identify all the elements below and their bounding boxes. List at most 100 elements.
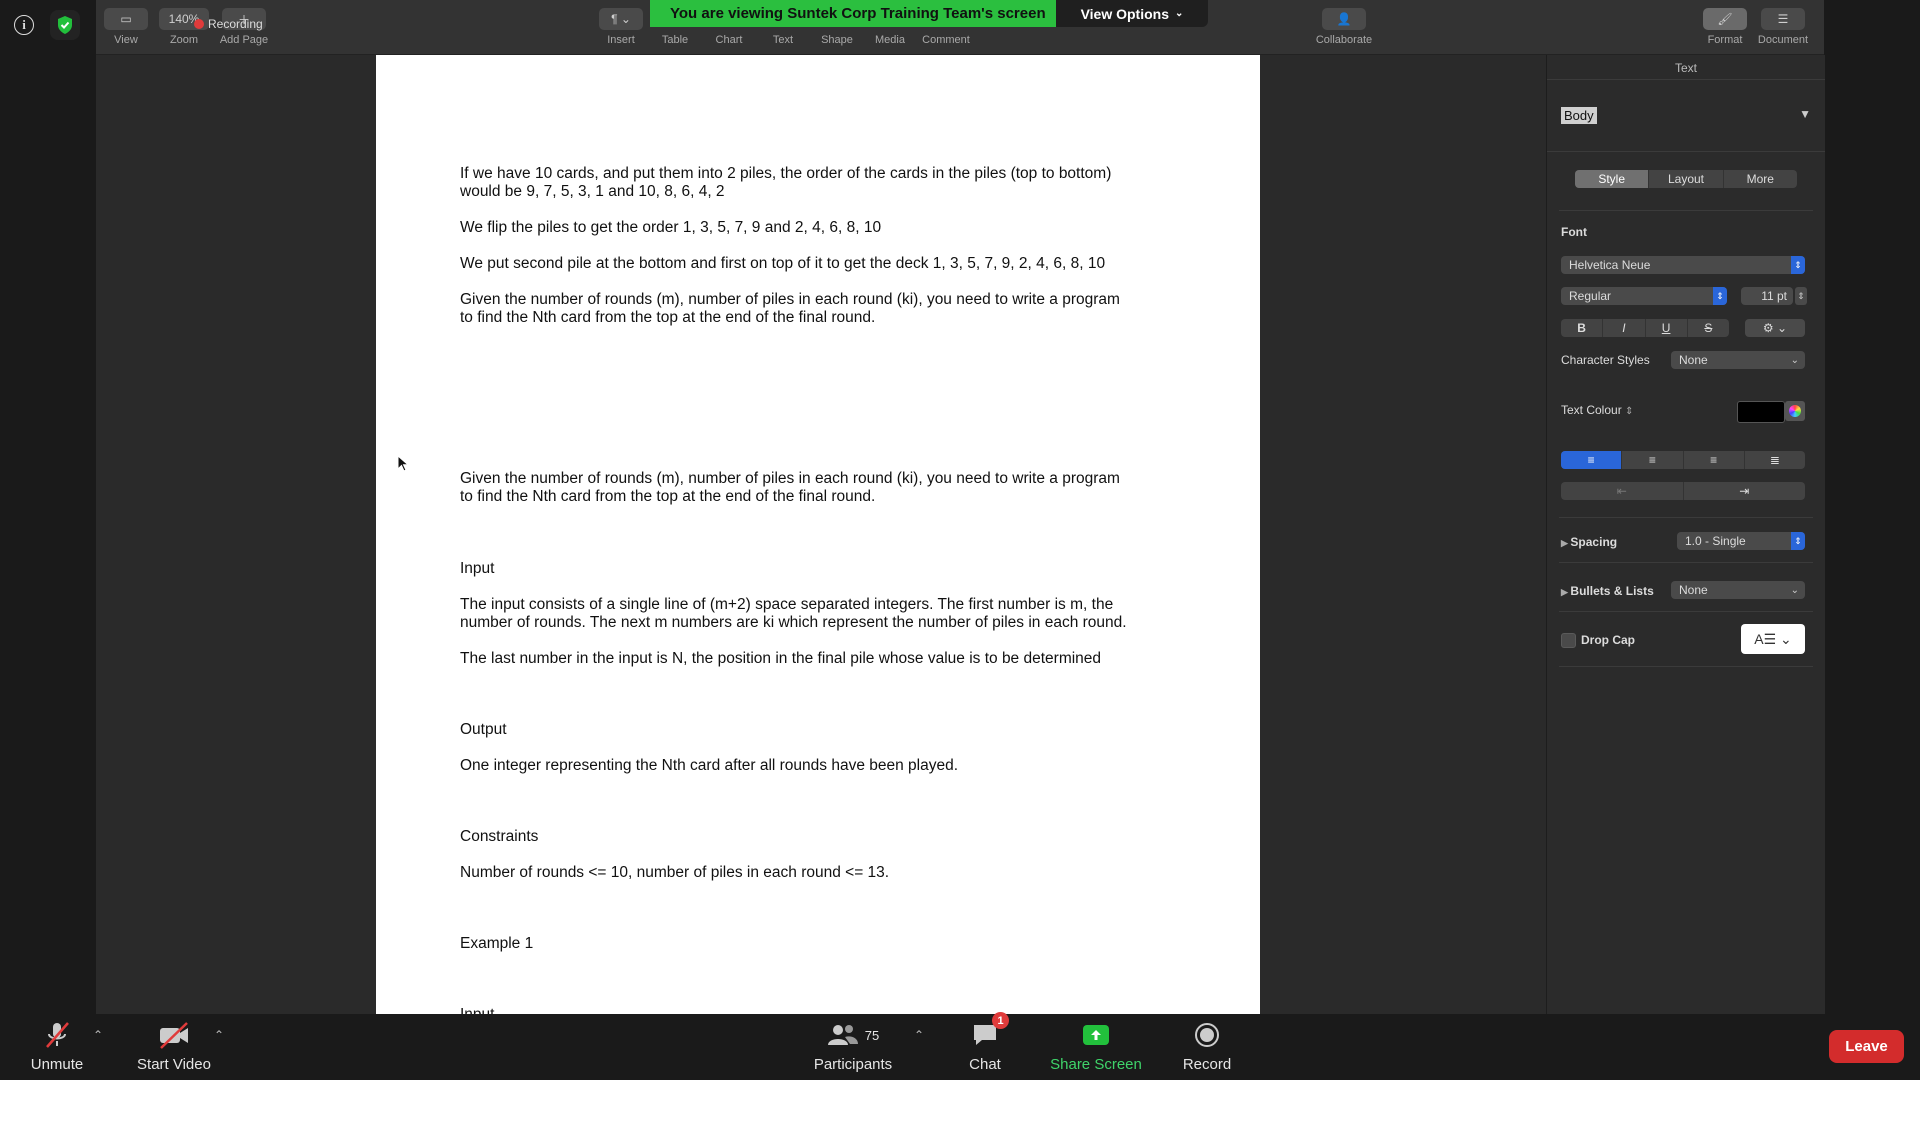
audio-options-caret[interactable]: ⌃ bbox=[93, 1028, 103, 1042]
tab-layout[interactable]: Layout bbox=[1649, 170, 1724, 188]
disclosure-triangle-icon: ▶ bbox=[1561, 587, 1571, 597]
recording-indicator: Recording bbox=[194, 15, 263, 33]
paragraph[interactable]: One integer representing the Nth card af… bbox=[460, 757, 1180, 775]
align-center-icon[interactable]: ≡ bbox=[1622, 451, 1684, 469]
section-heading[interactable]: Input bbox=[460, 1006, 1180, 1014]
spacing-disclosure[interactable]: ▶ Spacing bbox=[1561, 535, 1617, 549]
bold-button[interactable]: B bbox=[1561, 319, 1604, 337]
participants-button[interactable]: 75 Participants bbox=[808, 1020, 898, 1073]
paragraph-style-popup[interactable]: Body ▼ bbox=[1561, 107, 1811, 127]
decrease-indent-icon[interactable]: ⇤ bbox=[1561, 482, 1684, 500]
participants-icon bbox=[827, 1025, 858, 1045]
stepper-icon: ⇕ bbox=[1713, 287, 1727, 305]
chevron-down-icon: ⌄ bbox=[1790, 354, 1799, 366]
toolbar-insert[interactable]: ¶ ⌄ Insert bbox=[591, 8, 651, 46]
disclosure-triangle-icon: ▶ bbox=[1561, 538, 1571, 548]
inspector-tabs: Style Layout More bbox=[1575, 170, 1797, 188]
pilcrow-icon: ¶ ⌄ bbox=[599, 8, 643, 30]
paragraph[interactable]: If we have 10 cards, and put them into 2… bbox=[460, 165, 1180, 201]
toolbar-view[interactable]: ▭ View bbox=[96, 8, 156, 46]
chevron-down-icon: ⌄ bbox=[1175, 8, 1184, 19]
inspector-title: Text bbox=[1674, 61, 1697, 75]
info-icon[interactable]: i bbox=[14, 15, 34, 35]
divider bbox=[1559, 517, 1813, 518]
italic-button[interactable]: I bbox=[1603, 319, 1646, 337]
start-video-button[interactable]: Start Video bbox=[128, 1020, 220, 1073]
paragraph-style-value: Body bbox=[1561, 107, 1597, 124]
screen-share-banner: You are viewing Suntek Corp Training Tea… bbox=[650, 0, 1056, 27]
stepper-icon: ⇕ bbox=[1791, 532, 1805, 550]
spacing-popup[interactable]: 1.0 - Single ⇕ bbox=[1677, 532, 1805, 550]
record-button[interactable]: Record bbox=[1172, 1020, 1242, 1073]
document-canvas: If we have 10 cards, and put them into 2… bbox=[96, 55, 1546, 1014]
divider bbox=[1559, 562, 1813, 563]
paintbrush-icon: 🖌 bbox=[1703, 8, 1747, 30]
drop-cap-checkbox[interactable] bbox=[1561, 633, 1576, 648]
participants-count: 75 bbox=[864, 1027, 880, 1043]
share-screen-icon bbox=[1046, 1020, 1146, 1050]
meeting-window: i ▭ View 140% Zoom ＋ Add Page Recording … bbox=[0, 0, 1920, 1080]
toolbar-collaborate[interactable]: 👤 Collaborate bbox=[1306, 8, 1382, 46]
paragraph[interactable]: We flip the piles to get the order 1, 3,… bbox=[460, 219, 1180, 237]
security-shield-icon[interactable] bbox=[50, 10, 80, 40]
video-options-caret[interactable]: ⌃ bbox=[214, 1028, 224, 1042]
paragraph[interactable]: Given the number of rounds (m), number o… bbox=[460, 470, 1180, 506]
chevron-down-icon: ▼ bbox=[1799, 107, 1811, 121]
text-colour-label[interactable]: Text Colour ⇕ bbox=[1561, 403, 1633, 417]
unmute-button[interactable]: Unmute bbox=[20, 1020, 94, 1073]
stepper-icon: ⇕ bbox=[1625, 406, 1634, 417]
toolbar-format[interactable]: 🖌 Format bbox=[1695, 8, 1755, 46]
share-screen-button[interactable]: Share Screen bbox=[1046, 1020, 1146, 1073]
paragraph[interactable]: We put second pile at the bottom and fir… bbox=[460, 255, 1180, 273]
view-options-button[interactable]: View Options ⌄ bbox=[1056, 0, 1208, 27]
muted-microphone-icon bbox=[20, 1020, 94, 1050]
align-right-icon[interactable]: ≡ bbox=[1684, 451, 1745, 469]
tab-style[interactable]: Style bbox=[1575, 170, 1650, 188]
stepper-icon: ⇕ bbox=[1791, 256, 1805, 274]
toolbar-document[interactable]: ☰ Document bbox=[1753, 8, 1813, 46]
alignment-buttons: ≡ ≡ ≡ ≣ bbox=[1561, 451, 1805, 469]
strikethrough-button[interactable]: S bbox=[1688, 319, 1729, 337]
paragraph[interactable]: The input consists of a single line of (… bbox=[460, 596, 1180, 632]
leave-meeting-button[interactable]: Leave bbox=[1829, 1030, 1904, 1063]
document-page[interactable]: If we have 10 cards, and put them into 2… bbox=[376, 55, 1260, 1014]
text-format-buttons: B I U S bbox=[1561, 319, 1729, 337]
record-dot-icon bbox=[194, 19, 204, 29]
section-heading[interactable]: Constraints bbox=[460, 828, 1180, 846]
section-heading[interactable]: Input bbox=[460, 560, 1180, 578]
increase-indent-icon[interactable]: ⇥ bbox=[1684, 482, 1806, 500]
collaborate-icon: 👤 bbox=[1322, 8, 1366, 30]
character-styles-popup[interactable]: None ⌄ bbox=[1671, 351, 1805, 369]
video-off-icon bbox=[128, 1020, 220, 1050]
bullets-popup[interactable]: None ⌄ bbox=[1671, 581, 1805, 599]
paragraph[interactable]: Given the number of rounds (m), number o… bbox=[460, 291, 1180, 327]
align-justify-icon[interactable]: ≣ bbox=[1745, 451, 1805, 469]
indent-buttons: ⇤ ⇥ bbox=[1561, 482, 1805, 500]
font-size-field[interactable]: 11 pt bbox=[1741, 287, 1793, 305]
divider bbox=[1547, 79, 1825, 80]
underline-button[interactable]: U bbox=[1646, 319, 1688, 337]
paragraph[interactable]: Number of rounds <= 10, number of piles … bbox=[460, 864, 1180, 882]
font-family-popup[interactable]: Helvetica Neue ⇕ bbox=[1561, 256, 1805, 274]
pages-app-window: ▭ View 140% Zoom ＋ Add Page Recording ¶ … bbox=[96, 0, 1825, 1014]
chevron-down-icon: ⌄ bbox=[1790, 584, 1799, 596]
colour-wheel-icon[interactable] bbox=[1785, 401, 1805, 421]
format-inspector: Text Body ▼ Style Layout More Font Helve… bbox=[1546, 55, 1825, 1014]
text-options-button[interactable]: ⚙ ⌄ bbox=[1745, 319, 1805, 337]
section-heading[interactable]: Output bbox=[460, 721, 1180, 739]
tab-more[interactable]: More bbox=[1724, 170, 1797, 188]
align-left-icon[interactable]: ≡ bbox=[1561, 451, 1623, 469]
font-size-stepper[interactable]: ⇕ bbox=[1795, 287, 1807, 305]
bullets-disclosure[interactable]: ▶ Bullets & Lists bbox=[1561, 584, 1654, 598]
text-colour-well[interactable] bbox=[1737, 401, 1785, 423]
character-styles-label: Character Styles bbox=[1561, 353, 1650, 367]
drop-cap-style-picker[interactable]: A☰ ⌄ bbox=[1741, 624, 1805, 654]
meeting-controls-bar: Unmute ⌃ Start Video ⌃ 75 Participants ⌃… bbox=[0, 1012, 1920, 1080]
record-icon bbox=[1172, 1020, 1242, 1050]
section-heading[interactable]: Example 1 bbox=[460, 935, 1180, 953]
participants-options-caret[interactable]: ⌃ bbox=[914, 1028, 924, 1042]
divider bbox=[1547, 151, 1825, 152]
chat-button[interactable]: 1 Chat bbox=[950, 1012, 1020, 1073]
paragraph[interactable]: The last number in the input is N, the p… bbox=[460, 650, 1180, 668]
font-weight-popup[interactable]: Regular ⇕ bbox=[1561, 287, 1727, 305]
